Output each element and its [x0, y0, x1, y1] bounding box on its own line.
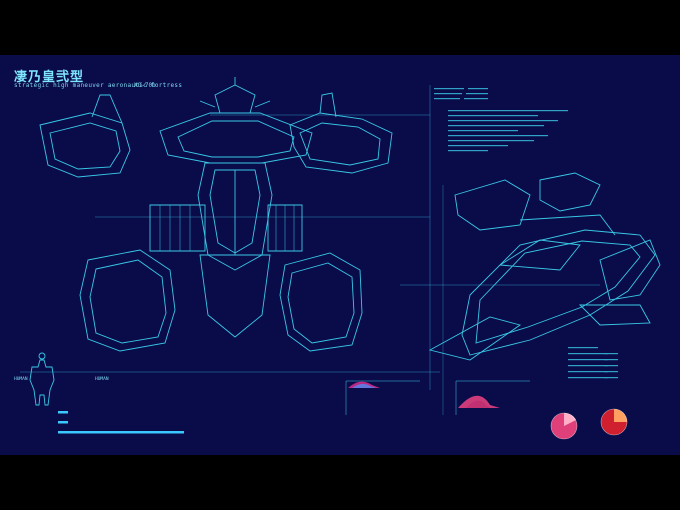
page-subtitle: strategic high maneuver aeronautic fortr…: [14, 82, 183, 89]
spectrum-chart-left: [348, 381, 380, 388]
model-number: XG-70b: [134, 82, 156, 89]
scale-label-left: HUMAN: [14, 377, 28, 382]
spectrum-chart-right: [458, 395, 500, 408]
pie-chart-left: [550, 412, 578, 440]
scale-label-right: HUMAN: [95, 377, 109, 382]
data-text-lines: [434, 88, 618, 379]
blueprint-frame: 凄乃皇弐型 strategic high maneuver aeronautic…: [0, 55, 680, 455]
spec-bars: [58, 411, 184, 434]
pie-chart-right: [600, 408, 628, 436]
blueprint-lines: [20, 77, 661, 440]
